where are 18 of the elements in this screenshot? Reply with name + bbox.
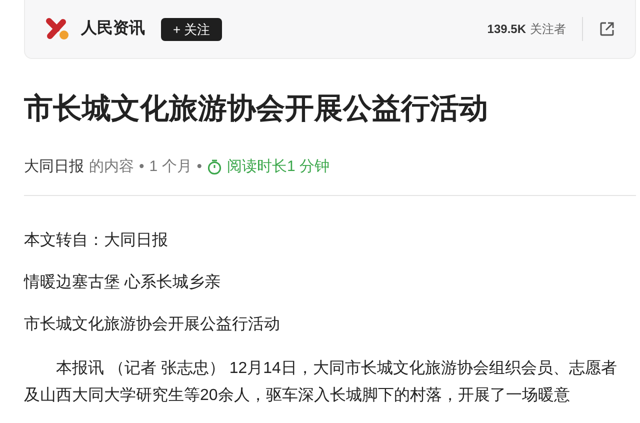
post-age: 1 个月: [149, 157, 192, 177]
reading-time: 阅读时长1 分钟: [227, 157, 330, 177]
source-name[interactable]: 人民资讯: [81, 17, 145, 41]
paragraph: 本文转自：大同日报: [24, 230, 169, 251]
followers-count: 139.5K: [487, 21, 526, 38]
external-link-icon[interactable]: [599, 21, 615, 37]
article-title: 市长城文化旅游协会开展公益行活动: [24, 92, 489, 127]
logo-icon: [45, 17, 71, 41]
followers-label: 关注者: [530, 21, 566, 38]
paragraph: 市长城文化旅游协会开展公益行活动: [24, 314, 281, 335]
author-link[interactable]: 大同日报: [24, 155, 84, 179]
meta-text: 的内容: [89, 157, 134, 177]
separator: •: [196, 157, 202, 177]
separator: •: [139, 157, 144, 177]
paragraph: 本报讯 （记者 张志忠） 12月14日，大同市长城文化旅游协会组织会员、志愿者及山西大同大学研究生等20余人，驱车深入长城脚下的村落，开展了一场暖意: [24, 358, 618, 406]
paragraph: 情暖边塞古堡 心系长城乡亲: [24, 272, 222, 293]
follow-button[interactable]: + 关注: [161, 18, 222, 40]
timer-icon: [207, 159, 222, 175]
